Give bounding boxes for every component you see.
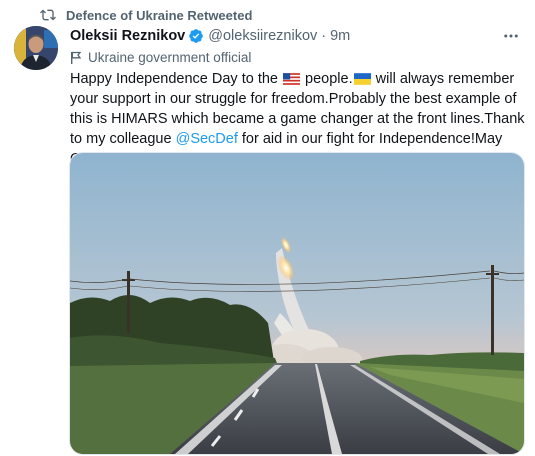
separator-dot: · — [321, 28, 327, 44]
author-handle[interactable]: @oleksiireznikov — [208, 28, 317, 44]
tweet-text-part: people. — [301, 71, 353, 87]
author-name[interactable]: Oleksii Reznikov — [70, 28, 185, 44]
tweet-time[interactable]: 9m — [330, 28, 350, 44]
tweet-header: Oleksii Reznikov @oleksiireznikov · 9m — [70, 26, 521, 46]
more-options-icon[interactable] — [501, 26, 521, 46]
himars-launch-photo — [70, 153, 524, 454]
verified-badge-icon — [189, 29, 204, 43]
tweet-text-part: Happy Independence Day to the — [70, 71, 283, 87]
ukraine-flag-emoji — [353, 73, 371, 85]
mention-secdef-link[interactable]: @SecDef — [176, 131, 238, 147]
tweet-photo[interactable] — [69, 152, 525, 455]
us-flag-emoji — [283, 73, 301, 85]
retweet-banner-text: Defence of Ukraine Retweeted — [66, 7, 253, 23]
avatar[interactable] — [14, 26, 58, 70]
government-label-text: Ukraine government official — [88, 49, 252, 65]
flag-icon — [71, 51, 82, 64]
retweet-icon — [40, 9, 56, 21]
retweet-banner[interactable]: Defence of Ukraine Retweeted — [40, 6, 252, 24]
government-label[interactable]: Ukraine government official — [70, 48, 251, 66]
